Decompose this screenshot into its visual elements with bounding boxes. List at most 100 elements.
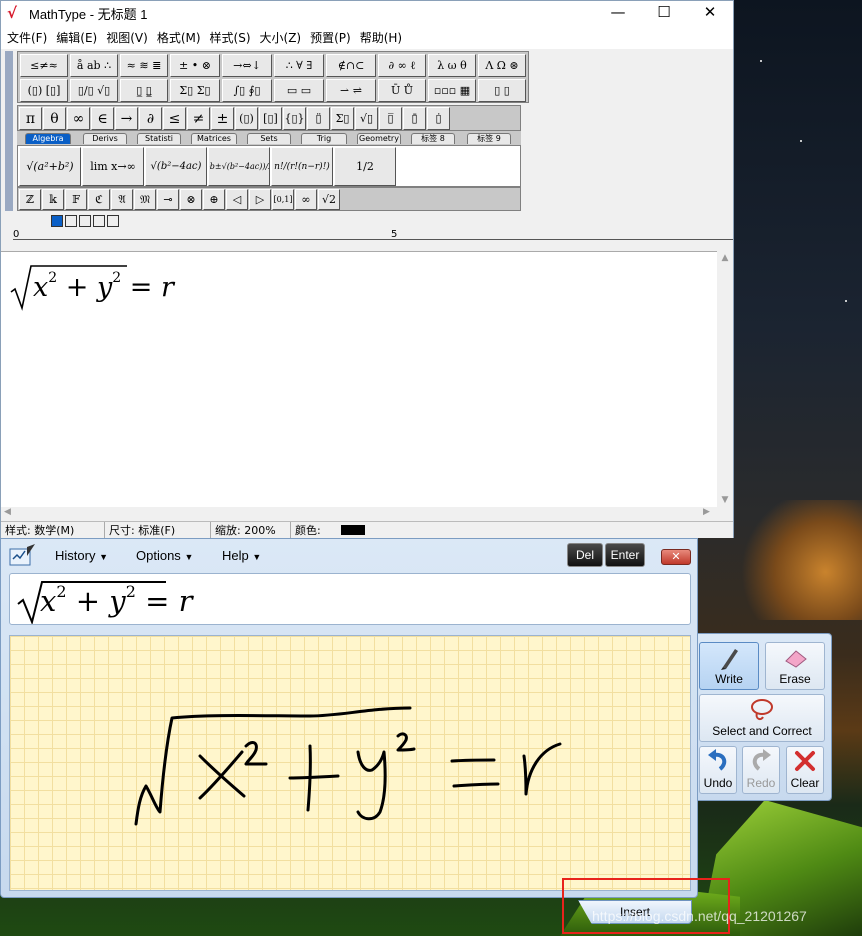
symbol-plusminus[interactable]: ±	[211, 107, 234, 130]
tab-sets[interactable]: Sets	[247, 133, 291, 144]
template-binomial[interactable]: n!/(r!(n−r)!)	[271, 147, 333, 186]
menu-help-mip[interactable]: Help ▼	[222, 548, 261, 563]
symbol-oplus[interactable]: ⊕	[203, 189, 225, 210]
palette-fractions-radicals[interactable]: ▯/▯ √▯	[70, 79, 118, 102]
template-sqrt[interactable]: √▯	[355, 107, 378, 130]
symbol-fraktur-m[interactable]: 𝔐	[134, 189, 156, 210]
clear-button[interactable]: Clear	[786, 746, 824, 794]
bar-tab-5[interactable]	[107, 215, 119, 227]
palette-spaces[interactable]: å ab ∴	[70, 54, 118, 77]
menu-view[interactable]: 视图(V)	[104, 29, 155, 46]
symbol-left-triangle[interactable]: ◁	[226, 189, 248, 210]
bar-tab-4[interactable]	[93, 215, 105, 227]
scroll-up-icon[interactable]: ▲	[717, 253, 733, 263]
bar-tab-3[interactable]	[79, 215, 91, 227]
palette-embellishments[interactable]: ≈ ≋ ≣	[120, 54, 168, 77]
handwriting-canvas[interactable]	[9, 635, 691, 891]
palette-logic[interactable]: ∴ ∀ ∃	[274, 54, 324, 77]
symbol-theta[interactable]: θ	[43, 107, 66, 130]
symbol-interval[interactable]: [0,1]	[272, 189, 294, 210]
palette-boxes[interactable]: ▯ ▯	[478, 79, 526, 102]
tab-8[interactable]: 标签 8	[411, 133, 455, 144]
template-fraction[interactable]: ▯̈	[307, 107, 330, 130]
maximize-button[interactable]: ☐	[641, 1, 687, 25]
template-pythagoras[interactable]: √(a²+b²)	[19, 147, 81, 186]
minimize-button[interactable]: —	[595, 1, 641, 25]
erase-button[interactable]: Erase	[765, 642, 825, 690]
palette-sets[interactable]: ∉∩⊂	[326, 54, 376, 77]
tab-9[interactable]: 标签 9	[467, 133, 511, 144]
enter-button[interactable]: Enter	[605, 543, 645, 567]
template-discriminant[interactable]: √(b²−4ac)	[145, 147, 207, 186]
scroll-right-icon[interactable]: ▶	[703, 507, 710, 517]
palette-operators[interactable]: ± • ⊗	[170, 54, 220, 77]
symbol-partial[interactable]: ∂	[139, 107, 162, 130]
scroll-down-icon[interactable]: ▼	[717, 495, 733, 505]
template-subscript[interactable]: ▯̄	[403, 107, 426, 130]
palette-greek-upper[interactable]: Λ Ω ⊛	[478, 54, 526, 77]
symbol-complex[interactable]: ℭ	[88, 189, 110, 210]
symbol-integers[interactable]: ℤ	[19, 189, 41, 210]
menu-history[interactable]: History ▼	[55, 548, 108, 563]
bar-tab-1[interactable]	[51, 215, 63, 227]
symbol-multimap[interactable]: ⊸	[157, 189, 179, 210]
close-button[interactable]: ✕	[687, 1, 733, 25]
palette-bars[interactable]: ▭ ▭	[274, 79, 324, 102]
symbol-otimes[interactable]: ⊗	[180, 189, 202, 210]
select-and-correct-button[interactable]: Select and Correct	[699, 694, 825, 742]
menu-options[interactable]: Options ▼	[136, 548, 193, 563]
template-limit[interactable]: lim x→∞	[82, 147, 144, 186]
palette-fences[interactable]: (▯) [▯]	[20, 79, 68, 102]
tab-statistics[interactable]: Statisti	[137, 133, 181, 144]
template-sum[interactable]: Σ▯	[331, 107, 354, 130]
menu-help[interactable]: 帮助(H)	[358, 29, 409, 46]
color-swatch[interactable]	[340, 525, 365, 535]
status-size[interactable]: 尺寸: 标准(F)	[105, 522, 211, 538]
vertical-scrollbar[interactable]: ▲ ▼	[717, 251, 733, 507]
palette-matrices[interactable]: ▫▫▫ ▦	[428, 79, 476, 102]
template-quadratic-formula[interactable]: (−b±√(b²−4ac))/2a	[208, 147, 270, 186]
palette-scripts[interactable]: ▯̲ ▯̳	[120, 79, 168, 102]
template-half[interactable]: 1/2	[334, 147, 396, 186]
menu-file[interactable]: 文件(F)	[5, 29, 54, 46]
symbol-neq[interactable]: ≠	[187, 107, 210, 130]
tab-matrices[interactable]: Matrices	[191, 133, 237, 144]
symbol-infinity[interactable]: ∞	[67, 107, 90, 130]
template-overbar[interactable]: ▯̅	[379, 107, 402, 130]
status-style[interactable]: 样式: 数学(M)	[1, 522, 105, 538]
palette-integrals[interactable]: ∫▯ ∮▯	[222, 79, 272, 102]
menu-size[interactable]: 大小(Z)	[258, 29, 309, 46]
equation-edit-area[interactable]: x2 + y2 = r	[1, 251, 717, 507]
symbol-element-of[interactable]: ∈	[91, 107, 114, 130]
tab-derivs[interactable]: Derivs	[83, 133, 127, 144]
status-zoom[interactable]: 缩放: 200%	[211, 522, 291, 538]
write-button[interactable]: Write	[699, 642, 759, 690]
template-braces[interactable]: {▯}	[283, 107, 306, 130]
del-button[interactable]: Del	[567, 543, 603, 567]
redo-button[interactable]: Redo	[742, 746, 780, 794]
horizontal-scrollbar[interactable]: ◀ ▶	[1, 507, 733, 521]
symbol-k[interactable]: 𝕜	[42, 189, 64, 210]
title-bar[interactable]: √ MathType - 无标题 1 — ☐ ✕	[1, 1, 733, 25]
mip-close-button[interactable]: ✕	[661, 549, 691, 565]
symbol-leq[interactable]: ≤	[163, 107, 186, 130]
undo-button[interactable]: Undo	[699, 746, 737, 794]
palette-labeled-arrows[interactable]: ⇀ ⇌	[326, 79, 376, 102]
palette-relations[interactable]: ≤≠≈	[20, 54, 68, 77]
symbol-infinity-2[interactable]: ∞	[295, 189, 317, 210]
symbol-fraktur-a[interactable]: 𝔄	[111, 189, 133, 210]
symbol-pi[interactable]: π	[19, 107, 42, 130]
status-color[interactable]: 颜色:	[291, 522, 325, 538]
bar-tab-2[interactable]	[65, 215, 77, 227]
template-brackets[interactable]: [▯]	[259, 107, 282, 130]
tab-geometry[interactable]: Geometry	[357, 133, 401, 144]
palette-products[interactable]: Ū Ů	[378, 79, 426, 102]
symbol-right-triangle[interactable]: ▷	[249, 189, 271, 210]
symbol-field[interactable]: 𝔽	[65, 189, 87, 210]
scroll-left-icon[interactable]: ◀	[4, 507, 11, 517]
palette-misc[interactable]: ∂ ∞ ℓ	[378, 54, 426, 77]
symbol-sqrt2[interactable]: √2	[318, 189, 340, 210]
menu-format[interactable]: 格式(M)	[155, 29, 208, 46]
template-dot[interactable]: ▯̇	[427, 107, 450, 130]
menu-preferences[interactable]: 预置(P)	[308, 29, 358, 46]
